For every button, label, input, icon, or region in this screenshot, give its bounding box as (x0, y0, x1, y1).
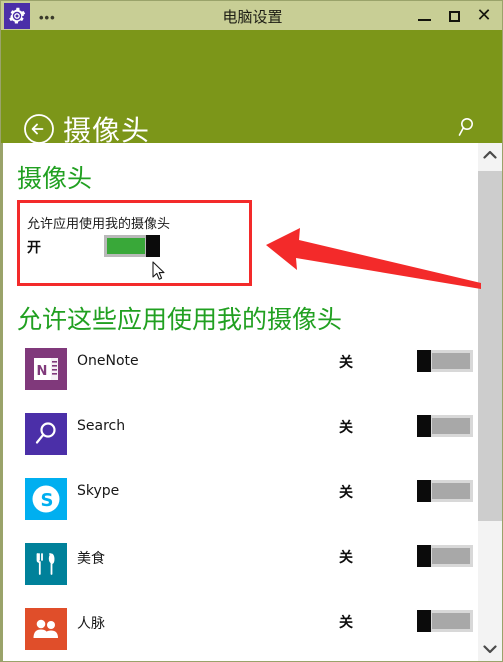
app-name: 美食 (77, 551, 105, 567)
skype-icon: S (25, 478, 67, 520)
pc-settings-window: ••• 电脑设置 ✕ 摄像头 摄像头 允许应用使用我的摄像头 开 允许这些应用使… (0, 0, 503, 662)
list-item[interactable]: N OneNote 关 (3, 348, 478, 413)
close-icon: ✕ (476, 5, 492, 26)
chevron-down-icon (483, 645, 497, 654)
svg-text:S: S (41, 490, 54, 511)
list-item[interactable]: 人脉 关 (3, 608, 478, 661)
app-state: 关 (339, 420, 353, 436)
scrollbar-thumb[interactable] (478, 171, 502, 521)
section-title-camera: 摄像头 (17, 164, 93, 193)
app-state: 关 (339, 615, 353, 631)
page-header: 摄像头 (1, 30, 502, 147)
maximize-icon (448, 10, 460, 22)
list-item[interactable]: Search 关 (3, 413, 478, 478)
back-arrow-icon (24, 114, 54, 144)
search-app-icon (25, 413, 67, 455)
app-name: Search (77, 418, 126, 434)
app-name: 人脉 (77, 616, 105, 632)
toggle-thumb (417, 480, 431, 502)
app-toggle[interactable] (417, 415, 473, 437)
toggle-track (104, 235, 148, 257)
toggle-track (429, 350, 473, 372)
food-icon (25, 543, 67, 585)
minimize-button[interactable] (409, 1, 439, 31)
app-state: 关 (339, 485, 353, 501)
window-edge-left (0, 30, 1, 662)
mouse-cursor (152, 261, 168, 283)
permission-label: 允许应用使用我的摄像头 (27, 217, 171, 232)
toggle-thumb (417, 415, 431, 437)
chevron-up-icon (483, 150, 497, 159)
maximize-button[interactable] (439, 1, 469, 31)
app-toggle[interactable] (417, 610, 473, 632)
people-icon (25, 608, 67, 650)
search-icon (458, 118, 473, 136)
app-state: 关 (339, 550, 353, 566)
app-toggle[interactable] (417, 350, 473, 372)
camera-master-toggle[interactable] (104, 235, 160, 257)
minimize-icon (417, 18, 431, 21)
toggle-track (429, 545, 473, 567)
toggle-track (429, 610, 473, 632)
title-bar: ••• 电脑设置 ✕ (0, 0, 503, 30)
list-item[interactable]: 美食 关 (3, 543, 478, 608)
toggle-thumb (146, 235, 160, 257)
toggle-thumb (417, 610, 431, 632)
app-toggle[interactable] (417, 545, 473, 567)
app-state: 关 (339, 355, 353, 371)
settings-content: 摄像头 允许应用使用我的摄像头 开 允许这些应用使用我的摄像头 N OneNot… (1, 143, 478, 661)
search-button[interactable] (458, 116, 482, 140)
app-name: OneNote (77, 353, 139, 369)
app-name: Skype (77, 483, 120, 499)
app-toggle[interactable] (417, 480, 473, 502)
scroll-down-button[interactable] (478, 637, 502, 661)
list-item[interactable]: S Skype 关 (3, 478, 478, 543)
section-title-apps: 允许这些应用使用我的摄像头 (17, 305, 343, 334)
vertical-scrollbar[interactable] (478, 143, 502, 661)
scroll-up-button[interactable] (478, 143, 502, 167)
svg-text:N: N (37, 364, 48, 379)
permission-state-label: 开 (27, 240, 41, 256)
toggle-thumb (417, 545, 431, 567)
onenote-icon: N (25, 348, 67, 390)
close-button[interactable]: ✕ (469, 1, 499, 31)
back-button[interactable] (23, 113, 55, 145)
toggle-track (429, 480, 473, 502)
toggle-track (429, 415, 473, 437)
toggle-thumb (417, 350, 431, 372)
